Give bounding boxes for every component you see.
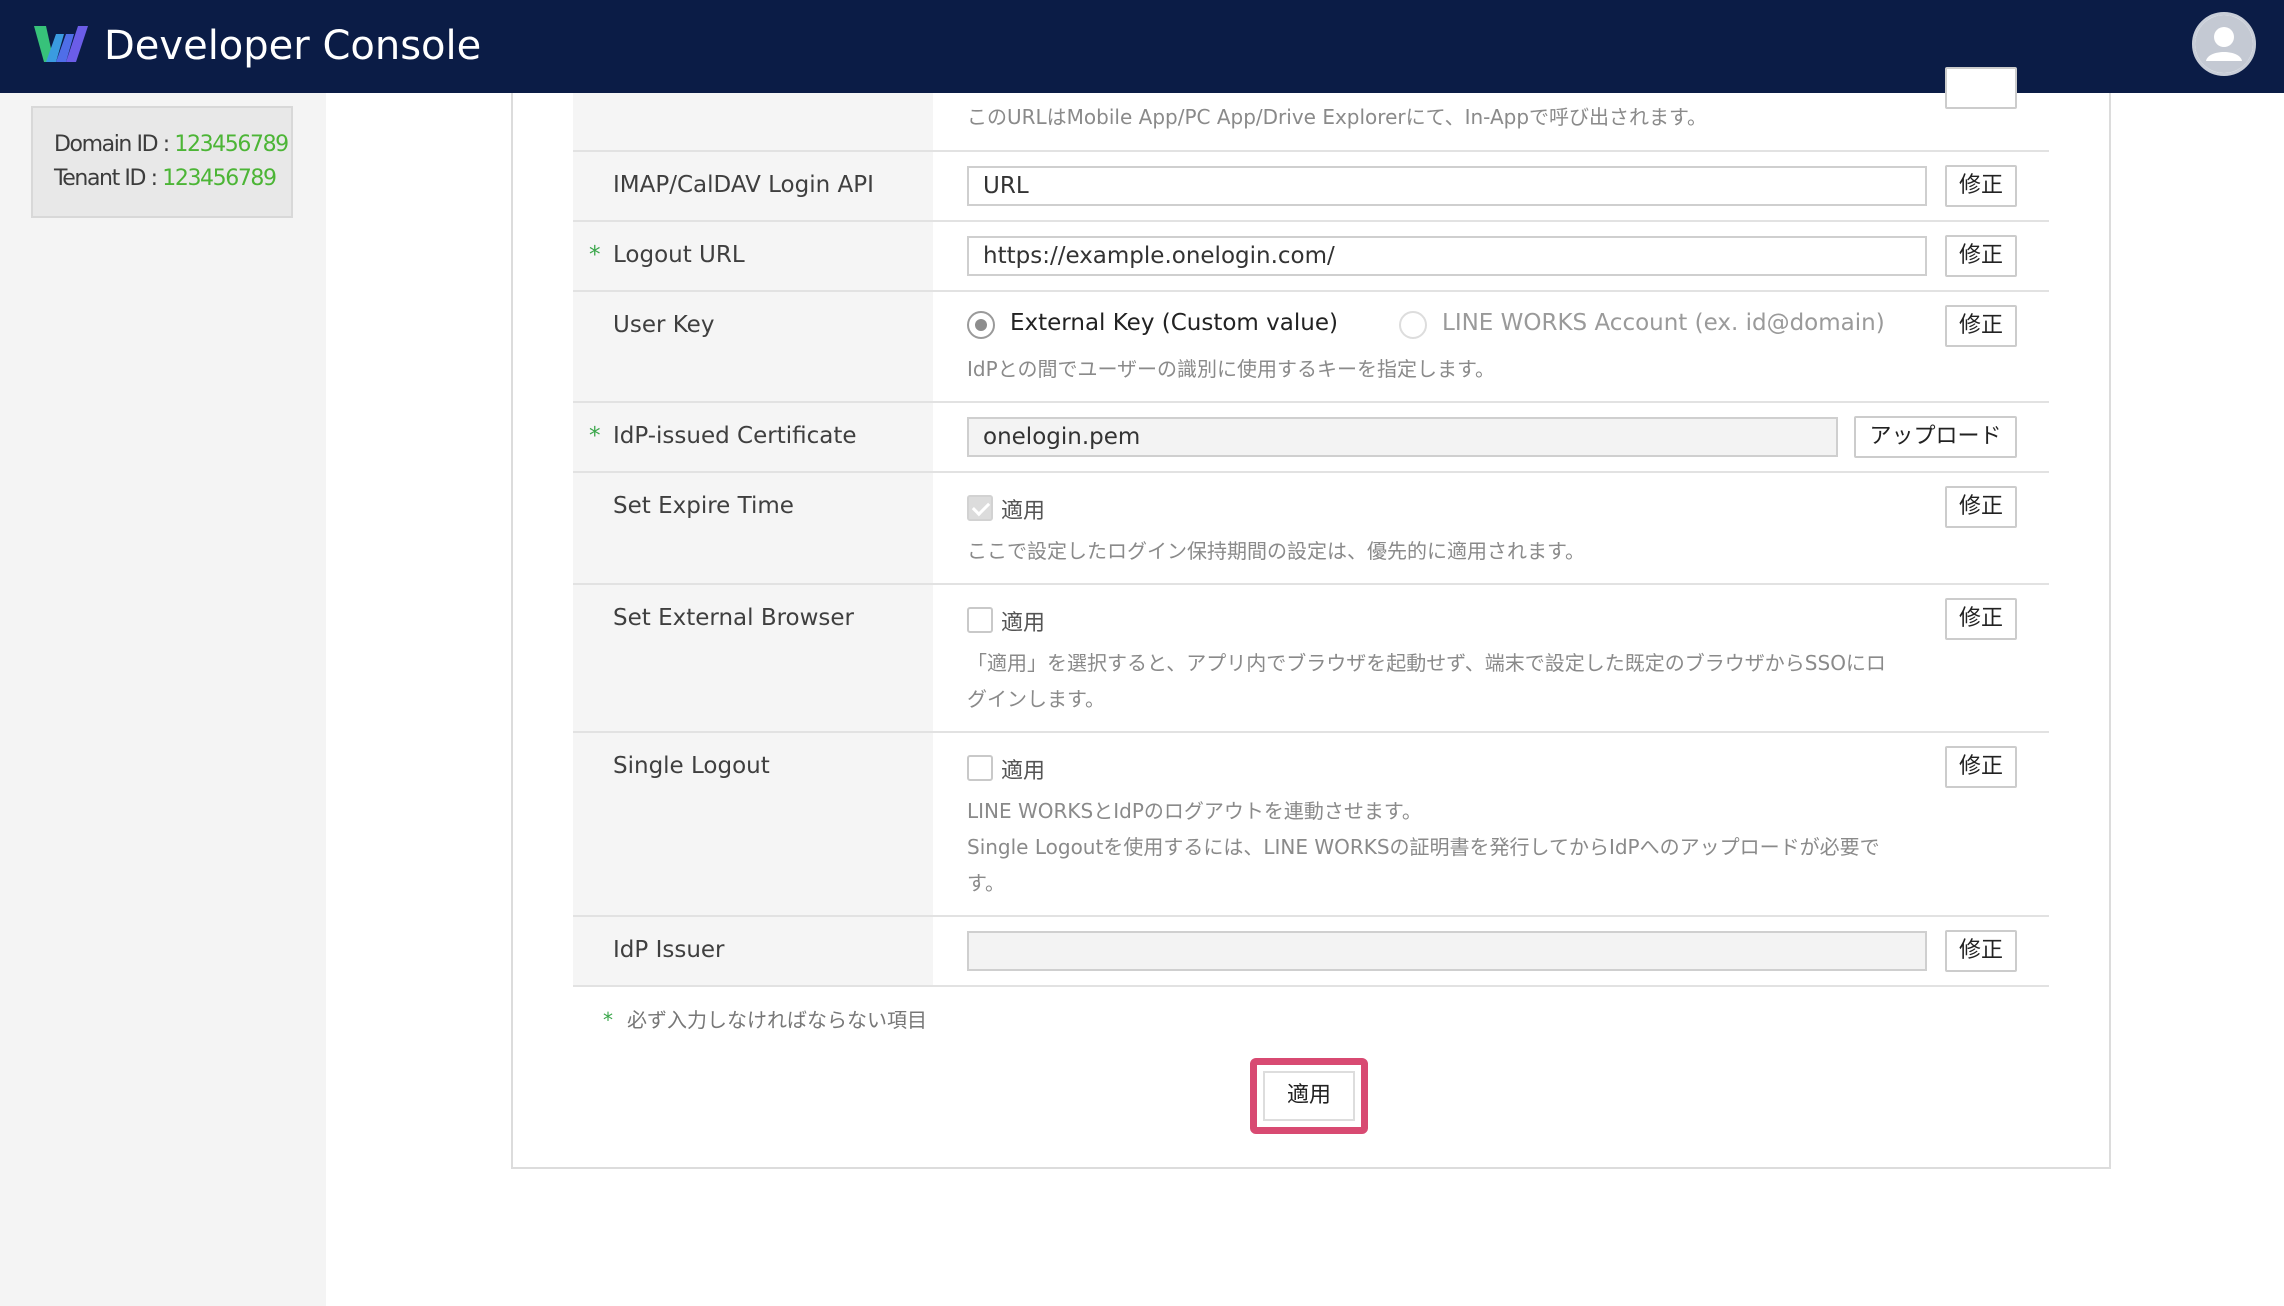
radio-line-works-account-label[interactable]: LINE WORKS Account (ex. id@domain) — [1442, 310, 1885, 336]
form-row-logout-url: * Logout URL https://example.onelogin.co… — [573, 222, 2049, 292]
single-logout-help-line-3: す。 — [967, 871, 1005, 895]
logout-url-field[interactable]: https://example.onelogin.com/ — [967, 236, 1927, 276]
row-label-cell: * Logout URL — [573, 222, 933, 290]
set-external-browser-label: Set External Browser — [613, 605, 855, 631]
user-key-edit-button[interactable]: 修正 — [1945, 305, 2017, 347]
radio-external-key[interactable] — [967, 311, 995, 339]
row-label-cell — [573, 93, 933, 150]
in-app-help-text: このURLはMobile App/PC App/Drive Explorerにて… — [967, 105, 1708, 129]
imap-caldav-url-field[interactable]: URL — [967, 166, 1927, 206]
idp-certificate-file-field: onelogin.pem — [967, 417, 1838, 457]
required-marker: * — [589, 423, 601, 449]
external-browser-edit-button[interactable]: 修正 — [1945, 598, 2017, 640]
set-expire-time-label: Set Expire Time — [613, 493, 794, 519]
app-title: Developer Console — [104, 23, 482, 69]
line-works-logo-icon[interactable] — [32, 22, 88, 66]
single-logout-apply-checkbox[interactable] — [967, 755, 993, 781]
external-browser-apply-label[interactable]: 適用 — [1001, 605, 1045, 637]
imap-caldav-label: IMAP/CalDAV Login API — [613, 172, 874, 198]
certificate-upload-button[interactable]: アップロード — [1854, 416, 2017, 458]
row-label-cell: Single Logout — [573, 733, 933, 915]
radio-line-works-account[interactable] — [1399, 311, 1427, 339]
expire-time-apply-checkbox[interactable] — [967, 495, 993, 521]
row-label-cell: IdP Issuer — [573, 917, 933, 985]
tenant-id-value: 123456789 — [162, 166, 277, 191]
idp-issuer-label: IdP Issuer — [613, 937, 725, 963]
form-row-set-expire-time: Set Expire Time 適用 修正 ここで設定したログイン保持期間の設定… — [573, 473, 2049, 585]
domain-id-label: Domain ID : — [54, 132, 175, 157]
idp-issuer-field[interactable] — [967, 931, 1927, 971]
external-browser-apply-checkbox[interactable] — [967, 607, 993, 633]
edit-button-partial[interactable] — [1945, 67, 2017, 109]
idp-issuer-edit-button[interactable]: 修正 — [1945, 930, 2017, 972]
logout-url-edit-button[interactable]: 修正 — [1945, 235, 2017, 277]
row-label-cell: IMAP/CalDAV Login API — [573, 152, 933, 220]
radio-external-key-label[interactable]: External Key (Custom value) — [1010, 310, 1338, 336]
sidebar: Domain ID : 123456789 Tenant ID : 123456… — [0, 93, 326, 1306]
domain-id-value: 123456789 — [174, 132, 289, 157]
row-label-cell: Set Expire Time — [573, 473, 933, 583]
form-row-imap-caldav: IMAP/CalDAV Login API URL 修正 — [573, 152, 2049, 222]
form-row-set-external-browser: Set External Browser 適用 修正 「適用」を選択すると、アプ… — [573, 585, 2049, 733]
row-label-cell: Set External Browser — [573, 585, 933, 731]
form-row-idp-issuer: IdP Issuer 修正 — [573, 917, 2049, 987]
expire-time-apply-label[interactable]: 適用 — [1001, 493, 1045, 525]
required-marker: * — [589, 242, 601, 268]
expire-time-help-text: ここで設定したログイン保持期間の設定は、優先的に適用されます。 — [967, 539, 1585, 563]
external-browser-help-line-2: グインします。 — [967, 687, 1105, 711]
required-footnote-text: 必ず入力しなければならない項目 — [627, 1008, 927, 1032]
form-row-idp-certificate: * IdP-issued Certificate onelogin.pem アッ… — [573, 403, 2049, 473]
single-logout-edit-button[interactable]: 修正 — [1945, 746, 2017, 788]
form-row-user-key: User Key External Key (Custom value) LIN… — [573, 292, 2049, 403]
tenant-id-line: Tenant ID : 123456789 — [54, 162, 291, 196]
single-logout-apply-label[interactable]: 適用 — [1001, 753, 1045, 785]
single-logout-help-line-1: LINE WORKSとIdPのログアウトを連動させます。 — [967, 799, 1422, 823]
id-info-box: Domain ID : 123456789 Tenant ID : 123456… — [31, 106, 293, 218]
domain-id-line: Domain ID : 123456789 — [54, 128, 291, 162]
form-row-partial: このURLはMobile App/PC App/Drive Explorerにて… — [573, 67, 2049, 152]
single-logout-help-line-2: Single Logoutを使用するには、LINE WORKSの証明書を発行して… — [967, 835, 1880, 859]
apply-button[interactable]: 適用 — [1263, 1071, 1355, 1121]
single-logout-label: Single Logout — [613, 753, 770, 779]
top-header: Developer Console — [0, 0, 2284, 93]
required-footnote: * 必ず入力しなければならない項目 — [603, 1004, 927, 1033]
apply-button-highlight: 適用 — [1250, 1058, 1368, 1134]
required-marker: * — [603, 1008, 613, 1032]
imap-caldav-edit-button[interactable]: 修正 — [1945, 165, 2017, 207]
user-key-help-text: IdPとの間でユーザーの識別に使用するキーを指定します。 — [967, 357, 1496, 381]
form-row-single-logout: Single Logout 適用 修正 LINE WORKSとIdPのログアウト… — [573, 733, 2049, 917]
row-label-cell: User Key — [573, 292, 933, 401]
idp-certificate-label: IdP-issued Certificate — [613, 423, 857, 449]
user-key-label: User Key — [613, 312, 715, 338]
logout-url-label: Logout URL — [613, 242, 745, 268]
user-avatar-icon[interactable] — [2192, 12, 2256, 76]
row-label-cell: * IdP-issued Certificate — [573, 403, 933, 471]
expire-time-edit-button[interactable]: 修正 — [1945, 486, 2017, 528]
external-browser-help-line-1: 「適用」を選択すると、アプリ内でブラウザを起動せず、端末で設定した既定のブラウザ… — [967, 651, 1886, 675]
tenant-id-label: Tenant ID : — [54, 166, 163, 191]
